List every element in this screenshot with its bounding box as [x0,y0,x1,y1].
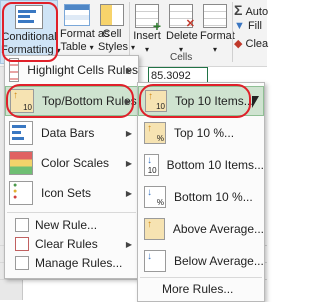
new-rule-icon [15,218,29,232]
submenu-item-label: Below Average... [174,254,264,268]
data-bars-icon [9,121,33,145]
format-as-table-label-1: Format as [60,28,110,40]
menu-separator [7,212,136,213]
submenu-item-bottom-10-percent[interactable]: ↓% Bottom 10 %... [138,184,264,210]
menu-item-manage-rules[interactable]: Manage Rules... [5,254,138,272]
ribbon-separator [129,2,130,62]
cell-styles-label-1: Cell [102,28,122,40]
fill-icon: ▼ [234,20,245,32]
submenu-arrow-icon: ▶ [125,239,132,249]
top-10-percent-icon: ↑% [144,122,166,144]
submenu-item-bottom-10-items[interactable]: ↓ 10 Bottom 10 Items... [138,152,264,178]
submenu-item-label: Above Average... [172,222,264,236]
annotation-conditional-formatting [2,2,58,62]
annotation-top-10-items [139,84,251,118]
submenu-item-top-10-percent[interactable]: ↑% Top 10 %... [138,120,264,146]
above-average-icon: ↑ [144,218,165,240]
fill-button[interactable]: ▼ Fill [234,20,262,32]
submenu-item-label: Bottom 10 %... [174,190,253,204]
menu-item-new-rule[interactable]: New Rule... [5,216,138,234]
autosum-icon: Σ [234,2,243,18]
ribbon-separator [232,2,233,62]
menu-item-icon-sets[interactable]: ● ● ● Icon Sets ▶ [5,180,138,206]
clear-button[interactable]: ◆ Clea [234,37,268,50]
submenu-arrow-icon: ▶ [125,158,132,168]
submenu-separator [140,277,262,278]
autosum-button[interactable]: Σ Auto [234,2,268,18]
submenu-item-above-average[interactable]: ↑ Above Average... [138,216,264,242]
table-icon [64,4,90,26]
menu-item-clear-rules[interactable]: Clear Rules ▶ [5,235,138,253]
submenu-item-below-average[interactable]: ↓ Below Average... [138,248,264,274]
menu-item-color-scales[interactable]: Color Scales ▶ [5,150,138,176]
submenu-item-more-rules[interactable]: More Rules... [138,280,264,298]
menu-item-label: Highlight Cells Rules [27,63,138,77]
submenu-item-label: Bottom 10 Items... [166,158,264,172]
menu-item-label: Manage Rules... [35,256,123,270]
autosum-label: Auto [245,6,269,18]
fill-label: Fill [247,20,263,32]
manage-rules-icon [15,256,29,270]
insert-cells-icon [135,4,161,33]
bottom-10-items-icon: ↓ 10 [144,154,159,176]
insert-button[interactable]: Insert ▾ [133,0,161,56]
delete-label: Delete [166,30,198,42]
clear-rules-icon [15,237,29,251]
format-as-table-label-2: Table ▾ [60,41,94,53]
icon-sets-icon: ● ● ● [9,181,33,205]
menu-item-label: Data Bars [41,126,95,140]
submenu-item-label: Top 10 %... [174,126,235,140]
cell-styles-button[interactable]: Cell Styles ▾ [98,0,136,54]
cells-group-label: Cells [170,52,193,63]
clear-label: Clea [245,38,269,50]
submenu-arrow-icon: ▶ [125,128,132,138]
cell-styles-label-2: Styles ▾ [98,41,136,53]
format-as-table-button[interactable]: Format as Table ▾ [60,0,110,54]
cell-styles-icon [100,4,124,26]
delete-cells-icon [169,4,195,31]
mouse-pointer-icon [252,96,259,108]
submenu-item-label: More Rules... [162,282,234,296]
annotation-top-bottom-rules [6,84,134,118]
below-average-icon: ↓ [144,250,166,272]
format-cells-icon [203,4,227,28]
color-scales-icon [9,151,33,175]
menu-item-label: New Rule... [35,218,98,232]
format-chevron: ▾ [212,45,217,54]
menu-item-label: Clear Rules [35,237,98,251]
submenu-arrow-icon: ▶ [125,65,132,75]
format-button[interactable]: Format ▾ [200,0,235,56]
bottom-10-percent-icon: ↓% [144,186,166,208]
clear-icon: ◆ [234,38,243,50]
menu-item-label: Icon Sets [41,186,92,200]
format-label: Format [200,30,235,42]
delete-button[interactable]: Delete ▾ [166,0,198,56]
submenu-arrow-icon: ▶ [125,188,132,198]
menu-item-data-bars[interactable]: Data Bars ▶ [5,120,138,146]
menu-item-label: Color Scales [41,156,110,170]
